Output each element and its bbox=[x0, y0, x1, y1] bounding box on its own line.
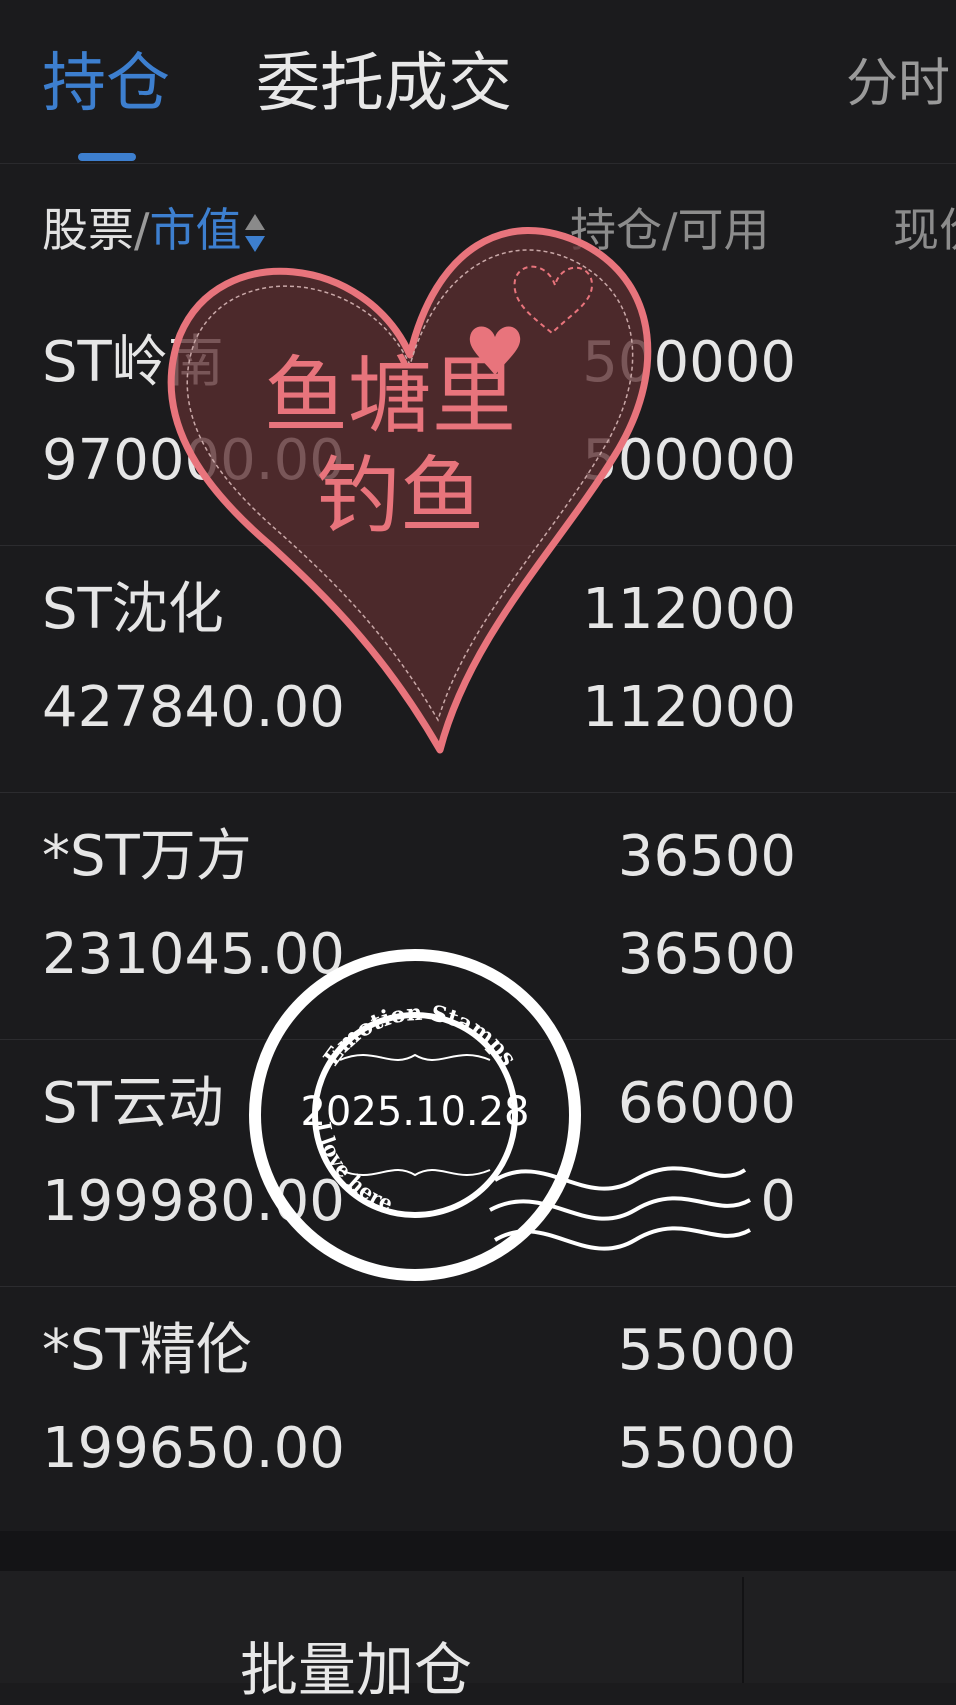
tab-bar: 持仓 委托成交 分时 bbox=[0, 0, 956, 164]
heart-sticker: 鱼塘里 钓鱼 bbox=[167, 227, 652, 754]
stamp-top-text: Emotion Stamps bbox=[319, 1000, 522, 1071]
heart-text-line2: 钓鱼 bbox=[316, 447, 484, 545]
active-tab-indicator bbox=[78, 153, 136, 161]
column-separator: / bbox=[134, 203, 150, 257]
available-qty: 55000 bbox=[617, 1416, 796, 1481]
position-qty: 55000 bbox=[617, 1318, 796, 1383]
column-stock-label: 股票 bbox=[42, 203, 134, 257]
stock-name: *ST精伦 bbox=[42, 1318, 252, 1383]
holding-row[interactable]: *ST精伦 199650.00 55000 55000 bbox=[0, 1286, 956, 1534]
batch-add-label: 批量加仓 bbox=[240, 1636, 473, 1704]
tab-intraday[interactable]: 分时 bbox=[846, 44, 950, 124]
tab-holdings[interactable]: 持仓 bbox=[42, 44, 170, 124]
available-qty: 0 bbox=[760, 1169, 796, 1234]
stock-name: ST云动 bbox=[42, 1071, 224, 1136]
position-qty: 36500 bbox=[617, 824, 796, 889]
tab-orders-trades[interactable]: 委托成交 bbox=[256, 44, 512, 124]
toolbar-divider bbox=[742, 1577, 744, 1683]
market-value: 199650.00 bbox=[42, 1416, 345, 1481]
heart-text-line1: 鱼塘里 bbox=[264, 347, 516, 445]
batch-add-button[interactable]: 批量加仓 bbox=[0, 1571, 742, 1704]
stock-name: *ST万方 bbox=[42, 824, 252, 889]
postmark-stamp: Emotion Stamps 2025.10.28 I love here bbox=[249, 949, 751, 1281]
column-current-price[interactable]: 现价 bbox=[893, 200, 956, 260]
stamp-flourish-top bbox=[339, 1053, 491, 1061]
bottom-spacer bbox=[0, 1531, 956, 1571]
stamp-wave-lines bbox=[489, 1166, 751, 1251]
